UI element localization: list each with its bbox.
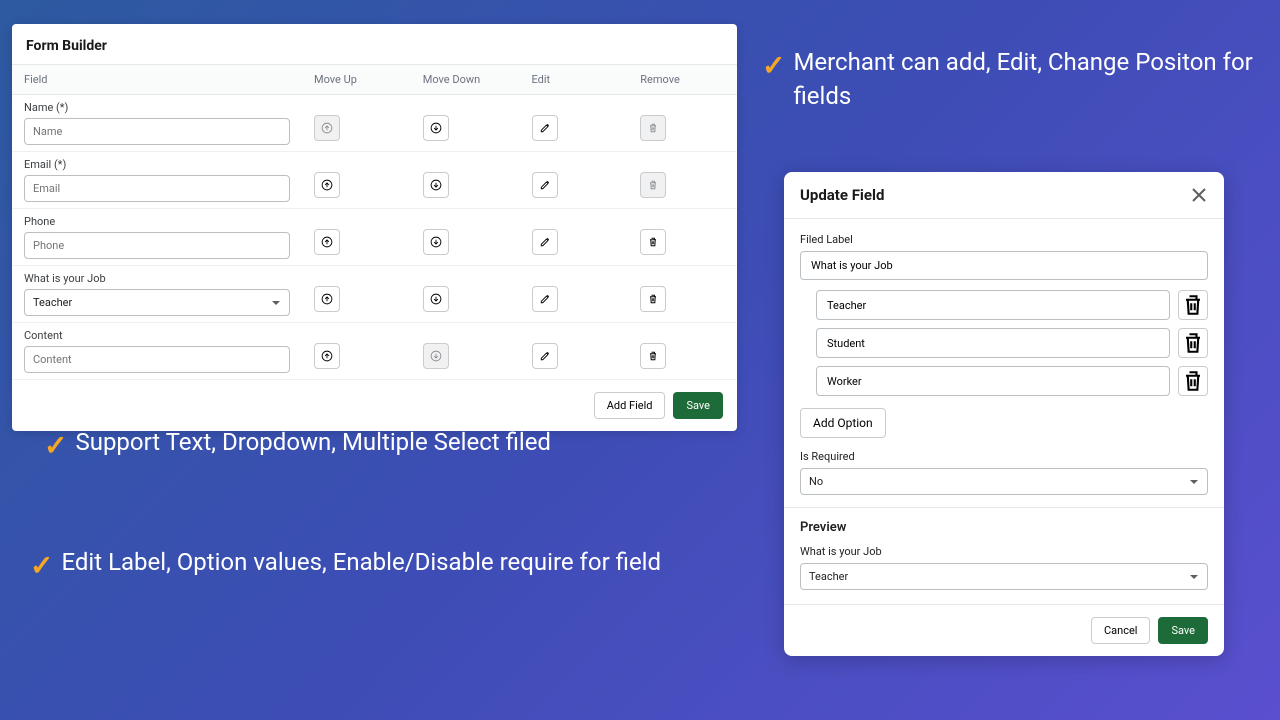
delete-option-button[interactable] <box>1178 366 1208 396</box>
modal-footer: Cancel Save <box>784 604 1224 656</box>
row-label: Email (*) <box>24 158 290 171</box>
move-down-button[interactable] <box>423 343 449 369</box>
row-label: Name (*) <box>24 101 290 114</box>
remove-button[interactable] <box>640 115 666 141</box>
field-label-input[interactable] <box>800 251 1208 280</box>
preview-select[interactable]: Teacher <box>800 563 1208 590</box>
is-required-label: Is Required <box>800 450 1208 463</box>
feature-1: ✓ Support Text, Dropdown, Multiple Selec… <box>44 426 564 465</box>
modal-title: Update Field <box>800 186 884 204</box>
preview-label: What is your Job <box>800 545 1208 558</box>
form-builder-card: Form Builder Field Move Up Move Down Edi… <box>12 24 737 431</box>
move-up-button[interactable] <box>314 343 340 369</box>
table-row: Email (*) <box>12 152 737 209</box>
check-icon: ✓ <box>44 426 67 465</box>
modal-body: Filed Label Add Option Is Required No Pr… <box>784 219 1224 604</box>
edit-button[interactable] <box>532 172 558 198</box>
close-icon[interactable] <box>1190 186 1208 204</box>
col-movedown: Move Down <box>411 65 520 95</box>
row-label: Content <box>24 329 290 342</box>
modal-save-button[interactable]: Save <box>1158 617 1208 644</box>
move-down-button[interactable] <box>423 286 449 312</box>
move-down-button[interactable] <box>423 172 449 198</box>
builder-table: Field Move Up Move Down Edit Remove Name… <box>12 64 737 380</box>
edit-button[interactable] <box>532 286 558 312</box>
option-input[interactable] <box>816 366 1170 396</box>
table-row: What is your Job Teacher <box>12 266 737 323</box>
move-up-button[interactable] <box>314 229 340 255</box>
col-field: Field <box>12 65 302 95</box>
update-field-modal: Update Field Filed Label Add Option Is R… <box>784 172 1224 656</box>
row-input[interactable] <box>24 346 290 373</box>
row-select[interactable]: Teacher <box>24 289 290 316</box>
option-row <box>800 366 1208 396</box>
row-input[interactable] <box>24 175 290 202</box>
move-up-button[interactable] <box>314 115 340 141</box>
add-option-button[interactable]: Add Option <box>800 408 886 438</box>
move-down-button[interactable] <box>423 115 449 141</box>
move-down-button[interactable] <box>423 229 449 255</box>
option-input[interactable] <box>816 290 1170 320</box>
row-input[interactable] <box>24 232 290 259</box>
row-label: What is your Job <box>24 272 290 285</box>
option-row <box>800 290 1208 320</box>
remove-button[interactable] <box>640 343 666 369</box>
table-row: Content <box>12 323 737 380</box>
edit-button[interactable] <box>532 343 558 369</box>
check-icon: ✓ <box>30 546 53 585</box>
preview-section: Preview What is your Job Teacher <box>784 507 1224 590</box>
cancel-button[interactable]: Cancel <box>1091 617 1150 644</box>
row-input[interactable] <box>24 118 290 145</box>
remove-button[interactable] <box>640 286 666 312</box>
move-up-button[interactable] <box>314 286 340 312</box>
delete-option-button[interactable] <box>1178 328 1208 358</box>
option-input[interactable] <box>816 328 1170 358</box>
option-row <box>800 328 1208 358</box>
table-row: Name (*) <box>12 95 737 152</box>
feature-text: Edit Label, Option values, Enable/Disabl… <box>61 546 661 580</box>
save-button[interactable]: Save <box>673 392 723 419</box>
feature-3: ✓ Merchant can add, Edit, Change Positon… <box>762 46 1262 113</box>
preview-title: Preview <box>800 520 1208 535</box>
row-label: Phone <box>24 215 290 228</box>
remove-button[interactable] <box>640 229 666 255</box>
feature-text: Merchant can add, Edit, Change Positon f… <box>793 46 1262 113</box>
field-label-label: Filed Label <box>800 233 1208 246</box>
remove-button[interactable] <box>640 172 666 198</box>
feature-text: Support Text, Dropdown, Multiple Select … <box>75 426 551 460</box>
move-up-button[interactable] <box>314 172 340 198</box>
modal-header: Update Field <box>784 172 1224 219</box>
col-moveup: Move Up <box>302 65 411 95</box>
col-edit: Edit <box>520 65 629 95</box>
feature-2: ✓ Edit Label, Option values, Enable/Disa… <box>30 546 710 585</box>
edit-button[interactable] <box>532 115 558 141</box>
builder-footer: Add Field Save <box>12 380 737 431</box>
check-icon: ✓ <box>762 46 785 85</box>
form-builder-title: Form Builder <box>12 24 737 64</box>
edit-button[interactable] <box>532 229 558 255</box>
is-required-select[interactable]: No <box>800 468 1208 495</box>
delete-option-button[interactable] <box>1178 290 1208 320</box>
add-field-button[interactable]: Add Field <box>594 392 666 419</box>
table-row: Phone <box>12 209 737 266</box>
col-remove: Remove <box>628 65 737 95</box>
